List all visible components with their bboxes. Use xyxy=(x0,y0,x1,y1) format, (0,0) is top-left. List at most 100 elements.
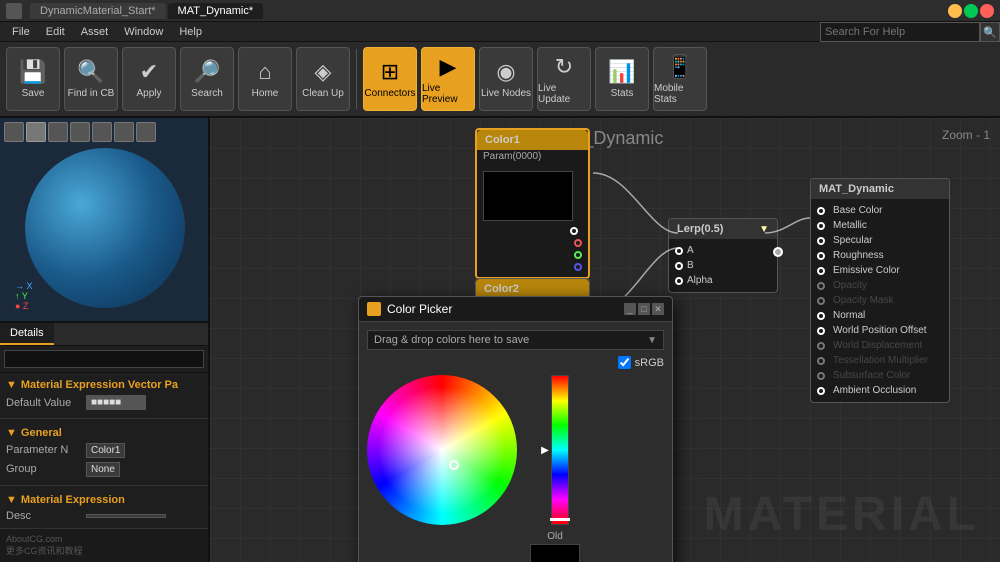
viewport-btn-7[interactable] xyxy=(136,122,156,142)
close-button[interactable] xyxy=(980,4,994,18)
mat-emissive-label: Emissive Color xyxy=(833,265,900,276)
live-preview-icon: ▶ xyxy=(440,54,457,80)
live-update-button[interactable]: ↻Live Update xyxy=(537,47,591,111)
viewport-btn-3[interactable] xyxy=(48,122,68,142)
color1-r-pin[interactable] xyxy=(574,239,582,247)
mat-worlddisp-dot[interactable] xyxy=(817,342,825,350)
color-picker-drop-bar[interactable]: Drag & drop colors here to save ▼ xyxy=(367,330,664,350)
lerp-expand[interactable]: ▼ xyxy=(759,224,769,235)
live-preview-button[interactable]: ▶Live Preview xyxy=(421,47,475,111)
lerp-a-pin[interactable] xyxy=(675,247,683,255)
maximize-button[interactable] xyxy=(964,4,978,18)
canvas-area[interactable]: MAT_Dynamic Zoom - 1 Color1 Param(0000) xyxy=(210,118,1000,562)
menu-asset[interactable]: Asset xyxy=(73,24,117,40)
mat-opacity-pin: Opacity xyxy=(811,278,949,293)
search-input[interactable] xyxy=(820,22,980,42)
menu-edit[interactable]: Edit xyxy=(38,24,73,40)
viewport-btn-2[interactable] xyxy=(26,122,46,142)
color-wheel[interactable] xyxy=(367,375,517,525)
mobile-stats-icon: 📱 xyxy=(666,54,693,80)
mat-dynamic-node[interactable]: MAT_Dynamic Base Color Metallic Specular… xyxy=(810,178,950,403)
search-button[interactable]: 🔍 xyxy=(980,22,1000,42)
cleanup-button[interactable]: ◈Clean Up xyxy=(296,47,350,111)
default-value-row: Default Value ■■■■■ xyxy=(6,393,202,412)
lerp-b-pin[interactable] xyxy=(675,262,683,270)
mat-opacitymask-dot[interactable] xyxy=(817,297,825,305)
mat-worldpos-label: World Position Offset xyxy=(833,325,927,336)
tab-mat-dynamic[interactable]: MAT_Dynamic* xyxy=(168,3,264,19)
desc-value[interactable] xyxy=(86,514,166,518)
cp-wheel-area: ▶ Old New xyxy=(367,375,664,562)
color-wheel-container[interactable] xyxy=(367,375,517,562)
lerp-alpha-pin[interactable] xyxy=(675,277,683,285)
color1-pin-g xyxy=(477,249,588,261)
srgb-checkbox[interactable] xyxy=(618,356,631,369)
mat-dynamic-header: MAT_Dynamic xyxy=(811,179,949,199)
mat-metallic-dot[interactable] xyxy=(817,222,825,230)
viewport-btn-6[interactable] xyxy=(114,122,134,142)
old-label: Old xyxy=(547,531,563,542)
panel-search-input[interactable] xyxy=(4,350,204,368)
menu-file[interactable]: File xyxy=(4,24,38,40)
bottom-info: AboutCG.com 更多CG资讯和教程 xyxy=(0,528,208,562)
left-panel: → X ↑ Y ● Z Details ▼ Material Expressio… xyxy=(0,118,210,562)
mat-normal-dot[interactable] xyxy=(817,312,825,320)
general-arrow: ▼ xyxy=(6,427,17,439)
lerp-pin-alpha: Alpha xyxy=(669,273,777,288)
mat-specular-dot[interactable] xyxy=(817,237,825,245)
search-tb-icon: 🔎 xyxy=(193,59,220,85)
mat-basecolor-dot[interactable] xyxy=(817,207,825,215)
color1-header: Color1 xyxy=(477,130,588,150)
mat-metallic-label: Metallic xyxy=(833,220,867,231)
details-tab[interactable]: Details xyxy=(0,323,54,345)
viewport-btn-1[interactable] xyxy=(4,122,24,142)
mat-worldpos-dot[interactable] xyxy=(817,327,825,335)
cp-minimize-btn[interactable]: _ xyxy=(624,303,636,315)
stats-button[interactable]: 📊Stats xyxy=(595,47,649,111)
group-value[interactable]: None xyxy=(86,462,120,477)
mat-tess-dot[interactable] xyxy=(817,357,825,365)
mat-roughness-dot[interactable] xyxy=(817,252,825,260)
toolbar-separator xyxy=(356,49,357,109)
color1-node[interactable]: Color1 Param(0000) xyxy=(475,128,590,279)
cp-close-btn[interactable]: ✕ xyxy=(652,303,664,315)
section-arrow: ▼ xyxy=(6,379,17,391)
find-in-cb-button[interactable]: 🔍Find in CB xyxy=(64,47,118,111)
mat-opacitymask-label: Opacity Mask xyxy=(833,295,894,306)
tab-dynamic-material[interactable]: DynamicMaterial_Start* xyxy=(30,3,166,19)
live-nodes-button[interactable]: ◉Live Nodes xyxy=(479,47,533,111)
mat-ao-dot[interactable] xyxy=(817,387,825,395)
color1-pin-r xyxy=(477,237,588,249)
cp-maximize-btn[interactable]: □ xyxy=(638,303,650,315)
viewport-btn-4[interactable] xyxy=(70,122,90,142)
color-picker-icon xyxy=(367,302,381,316)
menu-help[interactable]: Help xyxy=(171,24,210,40)
lerp-node[interactable]: Lerp(0.5) ▼ A B Alpha xyxy=(668,218,778,293)
cleanup-icon: ◈ xyxy=(315,59,332,85)
hue-slider[interactable] xyxy=(551,375,569,525)
color1-output-pin[interactable] xyxy=(570,227,578,235)
mat-subsurf-dot[interactable] xyxy=(817,372,825,380)
lerp-pin-a: A xyxy=(669,243,777,258)
mat-ao-pin: Ambient Occlusion xyxy=(811,383,949,398)
lerp-output-pin[interactable] xyxy=(773,247,783,257)
save-button[interactable]: 💾Save xyxy=(6,47,60,111)
color1-g-pin[interactable] xyxy=(574,251,582,259)
minimize-button[interactable] xyxy=(948,4,962,18)
home-button[interactable]: ⌂Home xyxy=(238,47,292,111)
viewport-btn-5[interactable] xyxy=(92,122,112,142)
apply-button[interactable]: ✔Apply xyxy=(122,47,176,111)
lerp-title: Lerp(0.5) xyxy=(677,223,723,235)
mat-subsurf-label: Subsurface Color xyxy=(833,370,910,381)
connectors-button[interactable]: ⊞Connectors xyxy=(363,47,417,111)
mat-emissive-dot[interactable] xyxy=(817,267,825,275)
color1-b-pin[interactable] xyxy=(574,263,582,271)
search-button-tb[interactable]: 🔎Search xyxy=(180,47,234,111)
menu-window[interactable]: Window xyxy=(116,24,171,40)
default-value[interactable]: ■■■■■ xyxy=(86,395,146,410)
mat-opacity-dot[interactable] xyxy=(817,282,825,290)
color1-pin-out xyxy=(477,225,588,237)
save-icon: 💾 xyxy=(19,59,46,85)
mobile-stats-button[interactable]: 📱Mobile Stats xyxy=(653,47,707,111)
param-name-value[interactable]: Color1 xyxy=(86,443,125,458)
